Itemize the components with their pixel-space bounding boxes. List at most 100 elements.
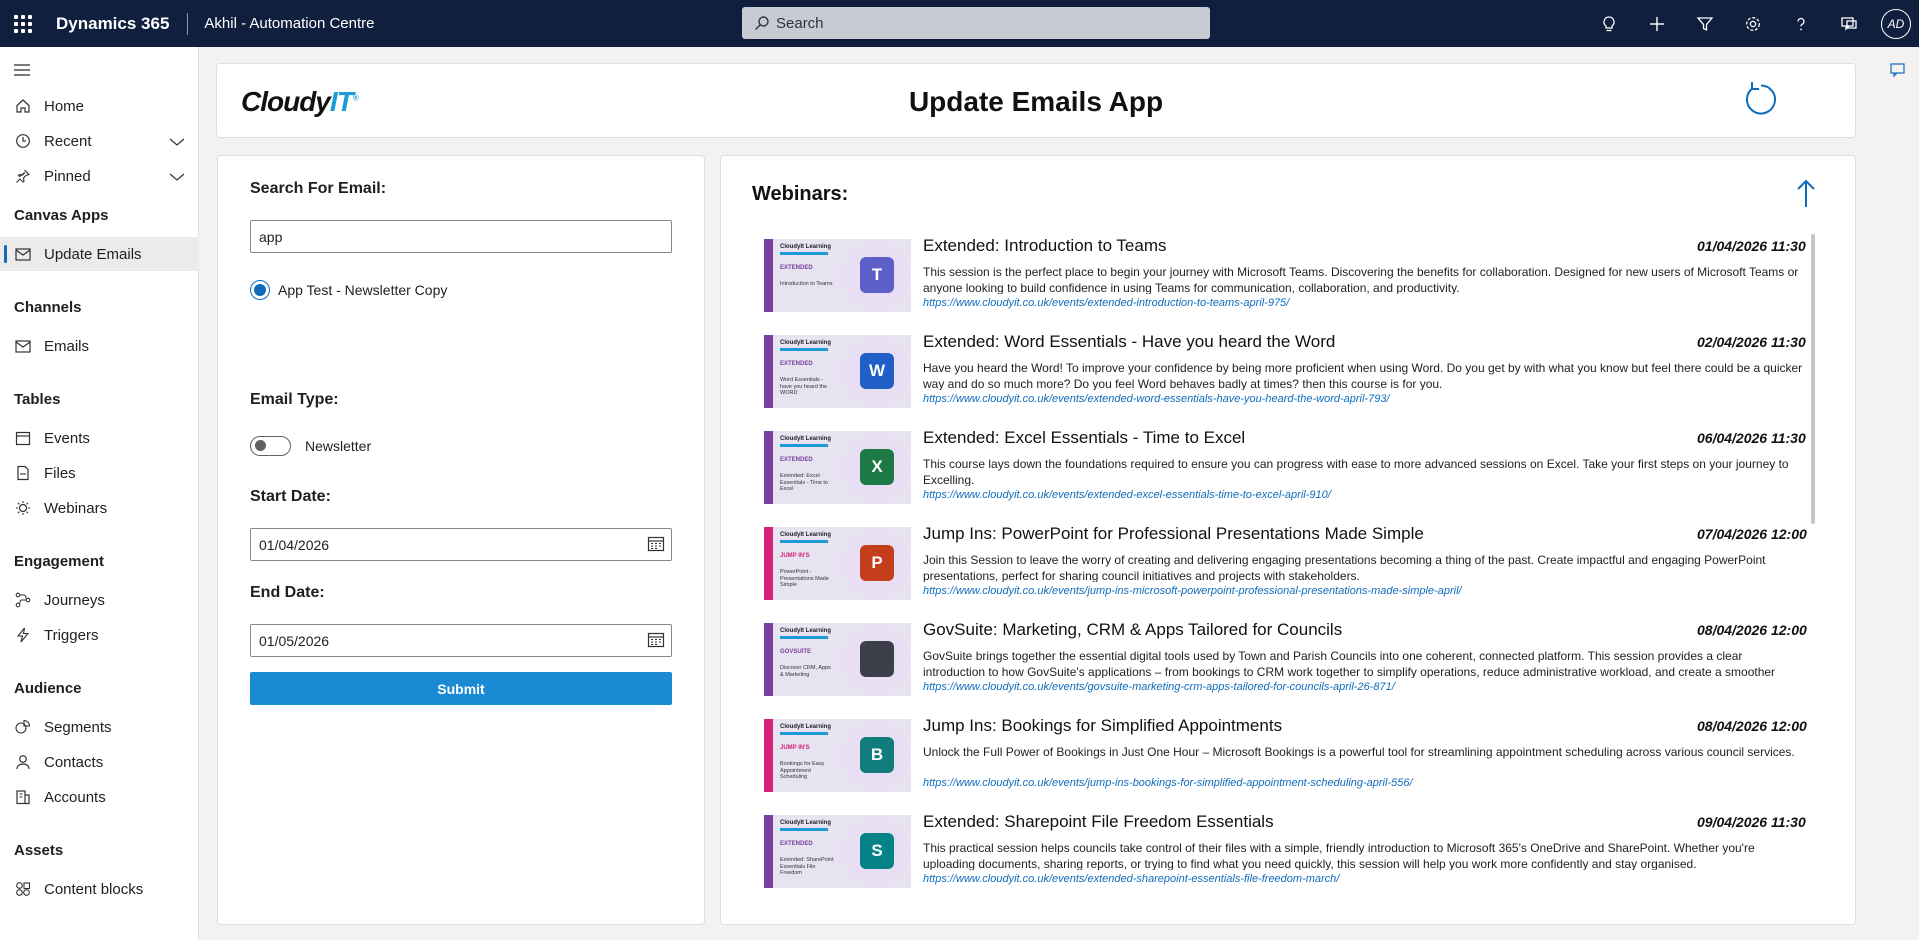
- sidebar-item-label: Update Emails: [44, 245, 142, 263]
- hamburger-icon[interactable]: [14, 63, 30, 81]
- sidebar-item-contacts[interactable]: Contacts: [0, 745, 199, 779]
- calendar-icon[interactable]: [647, 631, 665, 652]
- webinar-row[interactable]: CloudyIt Learning EXTENDED Extended: Excel…: [764, 428, 1807, 524]
- radio-button[interactable]: [250, 280, 270, 300]
- sidebar-item-label: Pinned: [44, 167, 91, 185]
- sidebar-item-home[interactable]: Home: [0, 89, 199, 123]
- mail-icon: [13, 247, 33, 261]
- section-canvas-apps: Canvas Apps: [14, 207, 109, 224]
- sidebar-item-label: Triggers: [44, 626, 99, 644]
- webinar-title[interactable]: Extended: Introduction to Teams: [923, 236, 1167, 256]
- submit-button[interactable]: Submit: [250, 672, 672, 705]
- webinar-link[interactable]: https://www.cloudyit.co.uk/events/extend…: [923, 297, 1289, 309]
- start-date-value: 01/04/2026: [259, 536, 330, 553]
- thumbnail-tag: JUMP IN'S: [780, 745, 810, 751]
- webinar-link[interactable]: https://www.cloudyit.co.uk/events/govsui…: [923, 681, 1395, 693]
- webinar-thumbnail: CloudyIt Learning JUMP IN'S Bookings for E…: [764, 719, 911, 792]
- thumbnail-tag: GOVSUITE: [780, 649, 812, 655]
- refresh-icon[interactable]: [1743, 80, 1779, 121]
- search-icon: [755, 16, 769, 30]
- sidebar-item-files[interactable]: Files: [0, 456, 199, 490]
- thumbnail-caption: Discover CRM, Apps & Marketing: [780, 665, 831, 678]
- scrollbar[interactable]: [1811, 234, 1815, 524]
- toggle-switch[interactable]: [250, 436, 291, 456]
- sidebar-item-webinars[interactable]: Webinars: [0, 491, 199, 525]
- chevron-down-icon[interactable]: [169, 134, 185, 151]
- email-search-input[interactable]: app: [250, 220, 672, 253]
- webinars-title: Webinars:: [752, 183, 849, 205]
- webinar-row[interactable]: CloudyIt Learning EXTENDED Extended: Share…: [764, 812, 1807, 908]
- sidebar-item-label: Contacts: [44, 753, 104, 771]
- webinar-list: CloudyIt Learning EXTENDED Introduction to…: [764, 236, 1807, 908]
- email-radio-option[interactable]: App Test - Newsletter Copy: [250, 280, 447, 300]
- webinar-description: This session is the perfect place to beg…: [923, 265, 1799, 294]
- webinar-title[interactable]: Extended: Sharepoint File Freedom Essent…: [923, 812, 1274, 832]
- arrow-up-icon[interactable]: [1795, 178, 1817, 213]
- webinar-date: 06/04/2026 11:30: [1697, 430, 1806, 446]
- file-icon: [13, 465, 33, 481]
- avatar[interactable]: AD: [1881, 8, 1911, 39]
- start-date-picker[interactable]: 01/04/2026: [250, 528, 672, 561]
- app-logo-icon: P: [860, 545, 894, 581]
- webinar-row[interactable]: CloudyIt Learning JUMP IN'S Bookings for E…: [764, 716, 1807, 812]
- webinars-panel: Webinars: CloudyIt Learning EXTENDED Intro…: [720, 155, 1856, 925]
- sidebar-item-recent[interactable]: Recent: [0, 124, 199, 158]
- webinar-row[interactable]: CloudyIt Learning GOVSUITE Discover CRM, A…: [764, 620, 1807, 716]
- search-placeholder: Search: [776, 14, 824, 32]
- app-logo-icon: T: [860, 257, 894, 293]
- webinar-link[interactable]: https://www.cloudyit.co.uk/events/jump-i…: [923, 777, 1413, 789]
- webinar-title[interactable]: Extended: Excel Essentials - Time to Exc…: [923, 428, 1245, 448]
- webinar-title[interactable]: Jump Ins: PowerPoint for Professional Pr…: [923, 524, 1424, 544]
- thumbnail-brand: CloudyIt Learning: [780, 628, 831, 639]
- person-icon: [13, 754, 33, 770]
- webinar-description: This practical session helps councils ta…: [923, 841, 1755, 870]
- chevron-down-icon[interactable]: [169, 169, 185, 186]
- app-launcher-icon[interactable]: [0, 0, 46, 47]
- app-logo-icon: B: [860, 737, 894, 773]
- sidebar-item-content-blocks[interactable]: Content blocks: [0, 872, 199, 906]
- thumbnail-caption: Bookings for Easy Appointment Scheduling: [780, 761, 825, 781]
- sidebar-item-segments[interactable]: Segments: [0, 710, 199, 744]
- gear-icon[interactable]: [1729, 0, 1777, 47]
- sidebar-item-update-emails[interactable]: Update Emails: [0, 237, 199, 271]
- webinar-description: Have you heard the Word! To improve your…: [923, 361, 1803, 390]
- webinar-link[interactable]: https://www.cloudyit.co.uk/events/jump-i…: [923, 585, 1462, 597]
- webinar-link[interactable]: https://www.cloudyit.co.uk/events/extend…: [923, 489, 1331, 501]
- webinar-row[interactable]: CloudyIt Learning EXTENDED Introduction to…: [764, 236, 1807, 332]
- search-input[interactable]: Search: [742, 7, 1210, 39]
- sidebar-item-triggers[interactable]: Triggers: [0, 618, 199, 652]
- sidebar-item-label: Emails: [44, 337, 90, 355]
- clock-icon: [13, 133, 33, 149]
- calendar-icon[interactable]: [647, 535, 665, 556]
- page-title: Update Emails App: [908, 86, 1164, 117]
- thumbnail-tag: JUMP IN'S: [780, 553, 810, 559]
- sidebar-item-emails[interactable]: Emails: [0, 329, 199, 363]
- help-icon[interactable]: [1777, 0, 1825, 47]
- webinar-title[interactable]: GovSuite: Marketing, CRM & Apps Tailored…: [923, 620, 1342, 640]
- thumbnail-stripe: [764, 239, 773, 312]
- webinar-thumbnail: CloudyIt Learning EXTENDED Introduction to…: [764, 239, 911, 312]
- webinar-title[interactable]: Jump Ins: Bookings for Simplified Appoin…: [923, 716, 1282, 736]
- filter-icon[interactable]: [1681, 0, 1729, 47]
- thumbnail-brand: CloudyIt Learning: [780, 244, 831, 255]
- plus-icon[interactable]: [1633, 0, 1681, 47]
- brand-name[interactable]: Dynamics 365: [56, 14, 169, 34]
- webinar-link[interactable]: https://www.cloudyit.co.uk/events/extend…: [923, 393, 1390, 405]
- lightbulb-icon[interactable]: [1585, 0, 1633, 47]
- app-name[interactable]: Akhil - Automation Centre: [204, 15, 374, 32]
- end-date-picker[interactable]: 01/05/2026: [250, 624, 672, 657]
- sidebar-item-pinned[interactable]: Pinned: [0, 159, 199, 193]
- webinar-row[interactable]: CloudyIt Learning EXTENDED Word Essentials…: [764, 332, 1807, 428]
- sidebar-item-journeys[interactable]: Journeys: [0, 583, 199, 617]
- thumbnail-caption: Introduction to Teams: [780, 281, 833, 287]
- sidebar-item-accounts[interactable]: Accounts: [0, 780, 199, 814]
- webinar-row[interactable]: CloudyIt Learning JUMP IN'S PowerPoint - P…: [764, 524, 1807, 620]
- webinar-title[interactable]: Extended: Word Essentials - Have you hea…: [923, 332, 1335, 352]
- copilot-chat-icon[interactable]: [1890, 63, 1906, 82]
- webinar-link[interactable]: https://www.cloudyit.co.uk/events/extend…: [923, 873, 1339, 885]
- thumbnail-brand: CloudyIt Learning: [780, 532, 831, 543]
- radio-label: App Test - Newsletter Copy: [278, 282, 448, 298]
- email-type-toggle[interactable]: Newsletter: [250, 436, 371, 456]
- chat-icon[interactable]: [1825, 0, 1873, 47]
- sidebar-item-events[interactable]: Events: [0, 421, 199, 455]
